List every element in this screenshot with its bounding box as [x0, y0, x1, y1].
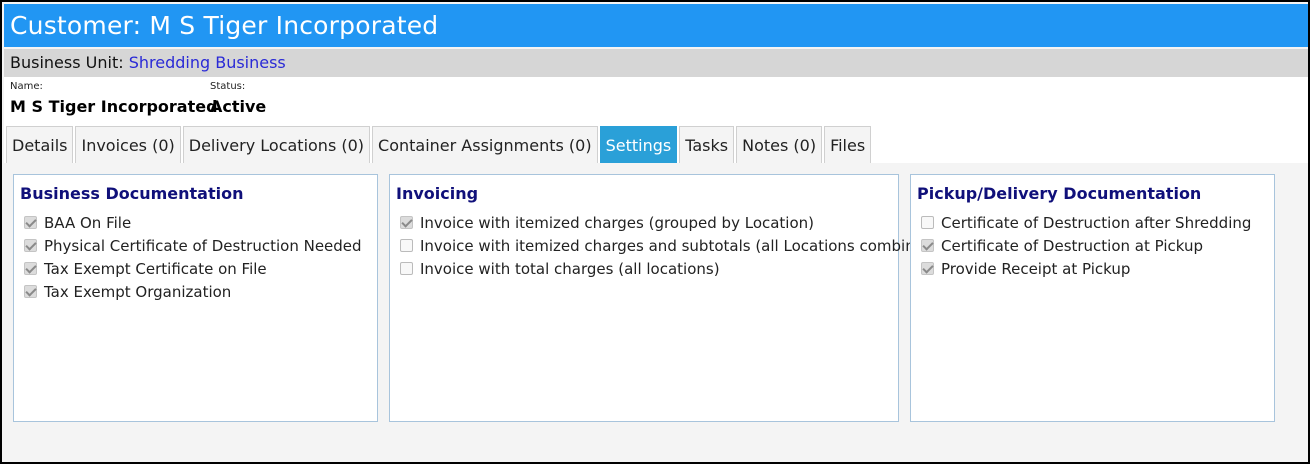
tab-container-assignments[interactable]: Container Assignments (0) — [372, 126, 598, 163]
checkbox-checked[interactable] — [24, 285, 37, 298]
business-documentation-panel: Business Documentation BAA On File Physic… — [13, 174, 378, 422]
checkbox-label: Tax Exempt Certificate on File — [44, 259, 267, 278]
tab-invoices[interactable]: Invoices (0) — [75, 126, 181, 163]
tab-details[interactable]: Details — [6, 126, 74, 163]
customer-info: Name: M S Tiger Incorporated Status: Act… — [4, 77, 1308, 125]
checkbox-label: Invoice with itemized charges and subtot… — [420, 236, 940, 255]
checkbox-label: Tax Exempt Organization — [44, 282, 232, 301]
checkbox-checked[interactable] — [921, 239, 934, 252]
checkbox-option[interactable]: Invoice with total charges (all location… — [400, 257, 939, 280]
checkbox-unchecked[interactable] — [400, 239, 413, 252]
invoicing-heading: Invoicing — [396, 184, 479, 203]
customer-window: Customer: M S Tiger Incorporated Busines… — [0, 0, 1310, 464]
checkbox-label: Physical Certificate of Destruction Need… — [44, 236, 362, 255]
status-field: Status: Active — [210, 81, 266, 117]
tab-files[interactable]: Files — [824, 126, 872, 163]
checkbox-option[interactable]: Certificate of Destruction at Pickup — [921, 234, 1251, 257]
checkbox-label: Invoice with total charges (all location… — [420, 259, 720, 278]
checkbox-option[interactable]: Tax Exempt Organization — [24, 280, 362, 303]
pickup-delivery-options: Certificate of Destruction after Shreddi… — [921, 211, 1251, 280]
checkbox-option[interactable]: Invoice with itemized charges and subtot… — [400, 234, 939, 257]
checkbox-unchecked[interactable] — [400, 262, 413, 275]
invoicing-panel: Invoicing Invoice with itemized charges … — [389, 174, 939, 422]
name-field: Name: M S Tiger Incorporated — [10, 81, 218, 117]
checkbox-checked[interactable] — [400, 216, 413, 229]
business-unit-link[interactable]: Shredding Business — [129, 53, 286, 72]
checkbox-option[interactable]: Invoice with itemized charges (grouped b… — [400, 211, 939, 234]
name-label: Name: — [10, 81, 43, 92]
tab-tasks[interactable]: Tasks — [679, 126, 735, 163]
tab-delivery-locations[interactable]: Delivery Locations (0) — [182, 126, 371, 163]
status-value: Active — [210, 97, 267, 116]
checkbox-checked[interactable] — [921, 262, 934, 275]
checkbox-option[interactable]: Physical Certificate of Destruction Need… — [24, 234, 362, 257]
invoicing-options: Invoice with itemized charges (grouped b… — [400, 211, 939, 280]
business-unit-label: Business Unit: — [10, 53, 124, 72]
checkbox-label: Certificate of Destruction at Pickup — [941, 236, 1204, 255]
pickup-delivery-heading: Pickup/Delivery Documentation — [917, 184, 1202, 203]
checkbox-option[interactable]: BAA On File — [24, 211, 362, 234]
tab-notes[interactable]: Notes (0) — [736, 126, 823, 163]
business-documentation-options: BAA On File Physical Certificate of Destr… — [24, 211, 362, 303]
tab-settings[interactable]: Settings — [599, 126, 678, 163]
business-documentation-heading: Business Documentation — [20, 184, 244, 203]
name-value: M S Tiger Incorporated — [10, 97, 218, 116]
checkbox-checked[interactable] — [24, 239, 37, 252]
pickup-delivery-panel: Pickup/Delivery Documentation Certificat… — [910, 174, 1275, 422]
status-label: Status: — [210, 81, 246, 92]
page-title: Customer: M S Tiger Incorporated — [4, 4, 1308, 47]
checkbox-option[interactable]: Provide Receipt at Pickup — [921, 257, 1251, 280]
checkbox-label: Invoice with itemized charges (grouped b… — [420, 213, 815, 232]
checkbox-checked[interactable] — [24, 216, 37, 229]
checkbox-option[interactable]: Tax Exempt Certificate on File — [24, 257, 362, 280]
checkbox-label: Provide Receipt at Pickup — [941, 259, 1131, 278]
checkbox-unchecked[interactable] — [921, 216, 934, 229]
business-unit-bar: Business Unit: Shredding Business — [4, 49, 1308, 77]
checkbox-label: BAA On File — [44, 213, 132, 232]
checkbox-checked[interactable] — [24, 262, 37, 275]
tab-bar: Details Invoices (0) Delivery Locations … — [4, 125, 1308, 163]
checkbox-option[interactable]: Certificate of Destruction after Shreddi… — [921, 211, 1251, 234]
checkbox-label: Certificate of Destruction after Shreddi… — [941, 213, 1252, 232]
